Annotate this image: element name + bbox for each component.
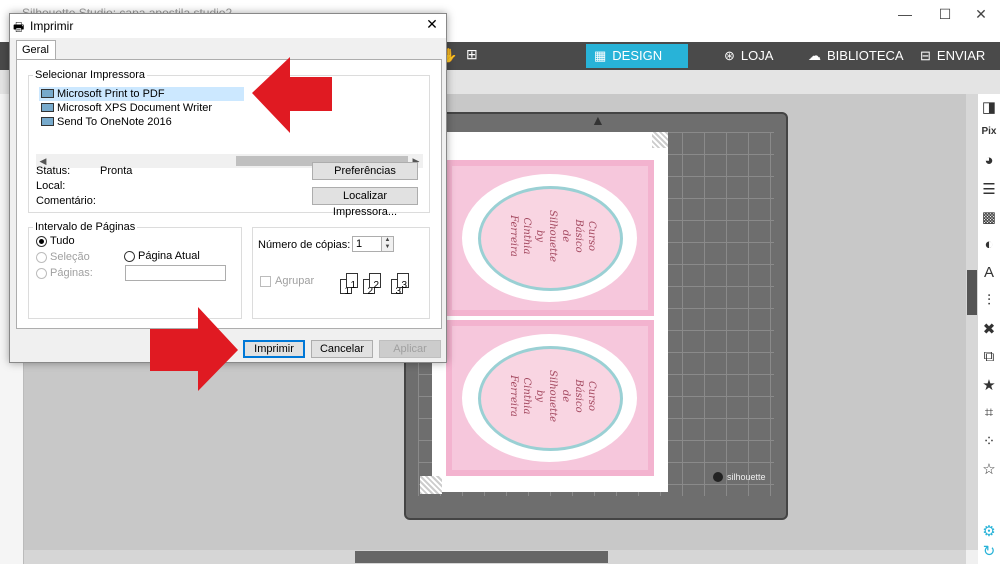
printer-icon [41, 89, 54, 98]
pages-input[interactable] [125, 265, 226, 281]
collate-checkbox [260, 276, 271, 287]
trace-icon[interactable]: ⌗ [978, 404, 1000, 421]
range-pages-label: Páginas: [50, 267, 93, 279]
cutter-icon: ⊟ [920, 48, 931, 63]
range-selection-radio [36, 252, 47, 263]
right-panel: ◨ Pix ◕ ☰ ▩ ◐ A ⫶ ✖ ⧉ ★ ⌗ ⁘ ☆ ⚙ ↻ [978, 94, 1000, 564]
print-button[interactable]: Imprimir [243, 340, 305, 358]
preferences-button[interactable]: Preferências [312, 162, 418, 180]
design-card-bottom[interactable]: Curso Básico de Silhouette by Cinthia Fe… [446, 320, 654, 476]
card-text: Curso Básico de Silhouette by Cinthia Fe… [508, 209, 597, 263]
comment-label: Comentário: [36, 195, 96, 207]
tab-loja[interactable]: ⊛ LOJA [716, 44, 796, 68]
page-range-label: Intervalo de Páginas [33, 221, 138, 233]
store-icon: ⊛ [724, 48, 735, 63]
printer-item[interactable]: Microsoft Print to PDF [39, 87, 244, 101]
replicate-icon[interactable]: ⧉ [978, 348, 1000, 365]
design-card-top[interactable]: Curso Básico de Silhouette by Cinthia Fe… [446, 160, 654, 316]
refresh-icon[interactable]: ↻ [978, 542, 1000, 560]
range-selection-label: Seleção [50, 251, 90, 263]
registration-mark [652, 132, 668, 148]
silhouette-logo-icon [713, 472, 723, 482]
red-arrow-icon [252, 57, 332, 133]
registration-mark [420, 476, 442, 494]
printer-item[interactable]: Send To OneNote 2016 [39, 115, 172, 129]
outline-star-icon[interactable]: ☆ [978, 460, 1000, 478]
close-button[interactable]: ✕ [966, 4, 996, 24]
align-icon[interactable]: ⫶ [978, 292, 1000, 309]
status-value: Pronta [100, 165, 133, 177]
minimize-button[interactable]: — [890, 4, 920, 24]
mat-brand-logo: silhouette [713, 472, 766, 482]
printer-icon [41, 103, 54, 112]
vertical-scroll-thumb[interactable] [967, 270, 977, 315]
copies-label: Número de cópias: [258, 239, 351, 251]
find-printer-button[interactable]: Localizar Impressora... [312, 187, 418, 218]
red-arrow-icon [150, 307, 238, 391]
apply-button: Aplicar [379, 340, 441, 358]
settings-gear-icon[interactable]: ⚙ [978, 522, 1000, 540]
fill-pattern-icon[interactable]: ▩ [978, 208, 1000, 226]
tab-biblioteca[interactable]: ☁ BIBLIOTECA [800, 44, 904, 68]
printer-item[interactable]: Microsoft XPS Document Writer [39, 101, 212, 115]
cancel-button[interactable]: Cancelar [311, 340, 373, 358]
range-all-label: Tudo [50, 235, 75, 247]
feed-direction-arrow-icon: ▲ [591, 112, 605, 128]
vertical-scrollbar[interactable] [966, 94, 978, 550]
grid-icon: ▦ [594, 48, 607, 63]
printer-group-label: Selecionar Impressora [33, 69, 148, 81]
range-current-label: Página Atual [138, 250, 200, 262]
card-text: Curso Básico de Silhouette by Cinthia Fe… [508, 369, 597, 423]
transform-icon[interactable]: ✖ [978, 320, 1000, 338]
status-label: Status: [36, 165, 71, 177]
transparency-icon[interactable]: ◐ [978, 236, 1000, 253]
star-icon[interactable]: ★ [978, 376, 1000, 394]
dialog-title: Imprimir [30, 19, 74, 33]
dialog-titlebar: 🖶 Imprimir ✕ [10, 14, 446, 38]
zoom-fit-icon[interactable]: ⊞ [466, 46, 478, 63]
tab-geral[interactable]: Geral [16, 40, 56, 60]
cloud-icon: ☁ [808, 48, 821, 63]
offset-icon[interactable]: ⁘ [978, 432, 1000, 450]
printer-list[interactable]: Microsoft Print to PDF Microsoft XPS Doc… [36, 86, 423, 154]
printer-icon [41, 117, 54, 126]
maximize-button[interactable]: ☐ [930, 4, 960, 24]
palette-icon[interactable]: ◕ [978, 152, 1000, 169]
tab-design[interactable]: ▦ DESIGN [586, 44, 688, 68]
pixscan-icon[interactable]: Pix [978, 126, 1000, 137]
horizontal-scroll-thumb[interactable] [355, 551, 608, 563]
range-pages-radio [36, 268, 47, 279]
page-setup-icon[interactable]: ◨ [978, 98, 1000, 116]
range-current-radio[interactable] [124, 251, 135, 262]
tab-enviar[interactable]: ⊟ ENVIAR [912, 44, 1000, 68]
printer-icon: 🖶 [13, 20, 25, 34]
copies-stepper[interactable]: ▲ ▼ [382, 236, 394, 252]
collate-label: Agrupar [275, 275, 315, 287]
line-style-icon[interactable]: ☰ [978, 180, 1000, 198]
range-all-radio[interactable] [36, 236, 47, 247]
location-label: Local: [36, 180, 66, 192]
text-style-icon[interactable]: A [978, 264, 1000, 281]
copies-input[interactable]: 1 [352, 236, 382, 252]
dialog-close-button[interactable]: ✕ [422, 16, 442, 33]
